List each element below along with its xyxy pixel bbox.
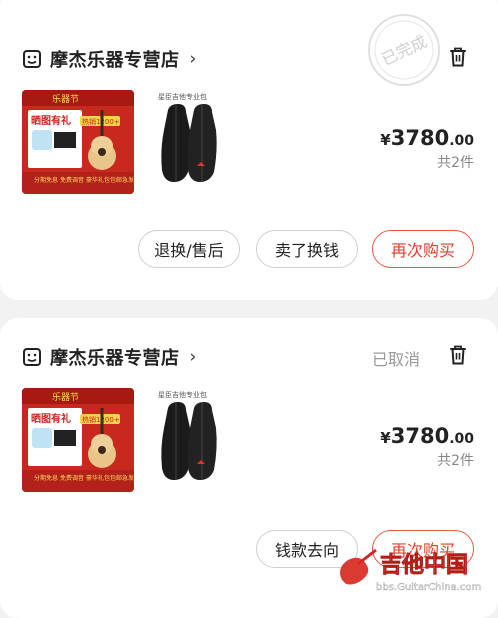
store-icon [23, 50, 41, 68]
completed-stamp: 已完成 [368, 14, 440, 86]
status-stamp-text: 已完成 [378, 32, 430, 70]
resell-button[interactable]: 卖了换钱 [256, 230, 358, 268]
price-decimal: .00 [449, 431, 474, 447]
order-status: 已取消 [372, 350, 421, 369]
thumb-banner-text: 乐器节 [52, 93, 79, 105]
watermark-title: 吉他中国 [380, 552, 468, 578]
site-watermark: 吉他中国 bbs.GuitarChina.com [340, 548, 481, 593]
chevron-right-icon[interactable]: › [190, 49, 197, 69]
order-price: ¥3780.00 [380, 126, 474, 150]
thumb-tag: 分期免息 [34, 176, 58, 184]
product-image-gig-bag[interactable]: 星臣吉他专业包 [154, 90, 230, 194]
thumb-banner-text: 乐器节 [52, 391, 79, 403]
thumb-promo-text: 晒图有礼 [31, 114, 71, 127]
chevron-right-icon[interactable]: › [190, 347, 197, 367]
product-image-guitar[interactable]: 乐器节 晒图有礼 热销1200+ 分期免息 免费调音 豪华礼包 包邮急发 [22, 388, 134, 492]
product-image-gig-bag[interactable]: 星臣吉他专业包 [154, 388, 230, 492]
thumb-tag: 豪华礼包 [86, 474, 110, 482]
thumb-tag: 免费调音 [60, 474, 84, 482]
guitar-logo-icon [340, 557, 369, 585]
trash-icon[interactable] [448, 344, 468, 366]
currency-symbol: ¥ [380, 429, 391, 447]
thumb-tag: 包邮急发 [110, 176, 134, 184]
trash-icon[interactable] [448, 46, 468, 68]
bag-caption: 星臣吉他专业包 [158, 390, 207, 399]
thumb-tag: 包邮急发 [110, 474, 134, 482]
watermark-url: bbs.GuitarChina.com [376, 582, 481, 593]
price-integer: 3780 [390, 424, 450, 448]
store-name[interactable]: 摩杰乐器专营店 [50, 46, 180, 72]
thumb-tag: 分期免息 [34, 474, 58, 482]
currency-symbol: ¥ [380, 131, 391, 149]
thumb-promo-text: 晒图有礼 [31, 412, 71, 425]
item-count: 共2件 [437, 453, 474, 469]
return-aftersale-button[interactable]: 退换/售后 [138, 230, 240, 268]
thumb-tag: 豪华礼包 [86, 176, 110, 184]
item-count: 共2件 [437, 155, 474, 171]
store-icon [23, 348, 41, 366]
price-integer: 3780 [390, 126, 450, 150]
store-name[interactable]: 摩杰乐器专营店 [50, 344, 180, 370]
buy-again-button[interactable]: 再次购买 [372, 230, 474, 268]
store-header[interactable]: 摩杰乐器专营店 › [22, 46, 196, 72]
order-card[interactable]: 摩杰乐器专营店 › 已完成 乐器节 晒图有礼 热销1200+ 分期免息 免费调音… [0, 0, 498, 300]
bag-caption: 星臣吉他专业包 [158, 92, 207, 101]
store-header[interactable]: 摩杰乐器专营店 › [22, 344, 196, 370]
price-decimal: .00 [449, 133, 474, 149]
order-price: ¥3780.00 [380, 424, 474, 448]
product-image-guitar[interactable]: 乐器节 晒图有礼 热销1200+ 分期免息 免费调音 豪华礼包 包邮急发 [22, 90, 134, 194]
thumb-tag: 免费调音 [60, 176, 84, 184]
